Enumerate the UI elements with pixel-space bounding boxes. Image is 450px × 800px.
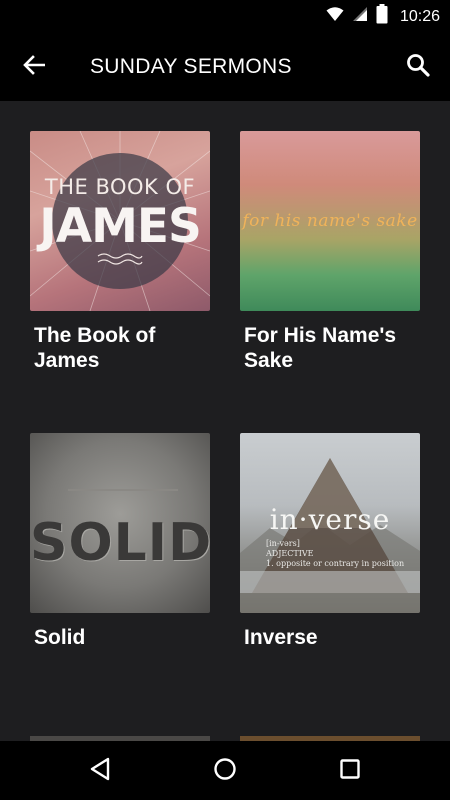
series-title: The Book of James: [34, 324, 156, 372]
series-card-inverse[interactable]: in·verse [in-vərs] ADJECTIVE 1. opposite…: [240, 433, 420, 650]
series-artwork: SOLID: [30, 433, 210, 613]
series-artwork: in·verse [in-vərs] ADJECTIVE 1. opposite…: [240, 433, 420, 613]
home-circle-icon: [213, 757, 237, 786]
series-card-for-his-names-sake[interactable]: for his name's sake For His Name's Sake: [240, 131, 420, 373]
status-bar: 10:26: [0, 0, 450, 33]
search-icon: [406, 53, 430, 82]
recents-square-icon: [339, 758, 361, 785]
nav-home-button[interactable]: [203, 749, 247, 793]
artwork-text: in·verse: [269, 503, 391, 536]
wifi-icon: [326, 6, 344, 27]
search-button[interactable]: [398, 47, 438, 87]
back-triangle-icon: [89, 757, 111, 786]
nav-back-button[interactable]: [78, 749, 122, 793]
series-card-solid[interactable]: SOLID Solid: [30, 433, 210, 650]
series-artwork: for his name's sake: [240, 131, 420, 311]
artwork-text: THE BOOK OF: [44, 175, 196, 199]
artwork-text: [in-vərs] ADJECTIVE 1. opposite or contr…: [266, 539, 405, 568]
series-artwork: THE BOOK OF JAMES: [30, 131, 210, 311]
arrow-left-icon: [23, 54, 46, 80]
signal-icon: [352, 6, 368, 27]
system-nav-bar: [0, 741, 450, 800]
series-title: For His Name's Sake: [244, 324, 397, 372]
artwork-text: SOLID: [30, 513, 210, 573]
artwork-text: JAMES: [39, 199, 202, 254]
status-icons: 10:26: [326, 0, 440, 33]
nav-recents-button[interactable]: [328, 749, 372, 793]
series-card-james[interactable]: THE BOOK OF JAMES The Book of James: [30, 131, 210, 373]
back-button[interactable]: [14, 47, 54, 87]
series-title: Inverse: [244, 626, 318, 649]
page-title: SUNDAY SERMONS: [90, 55, 292, 78]
status-time: 10:26: [399, 7, 440, 25]
sermon-series-grid: THE BOOK OF JAMES The Book of James for …: [0, 101, 450, 741]
artwork-text: for his name's sake: [242, 211, 418, 231]
toolbar: SUNDAY SERMONS: [0, 33, 450, 101]
series-title: Solid: [34, 626, 86, 649]
battery-icon: [376, 4, 388, 29]
